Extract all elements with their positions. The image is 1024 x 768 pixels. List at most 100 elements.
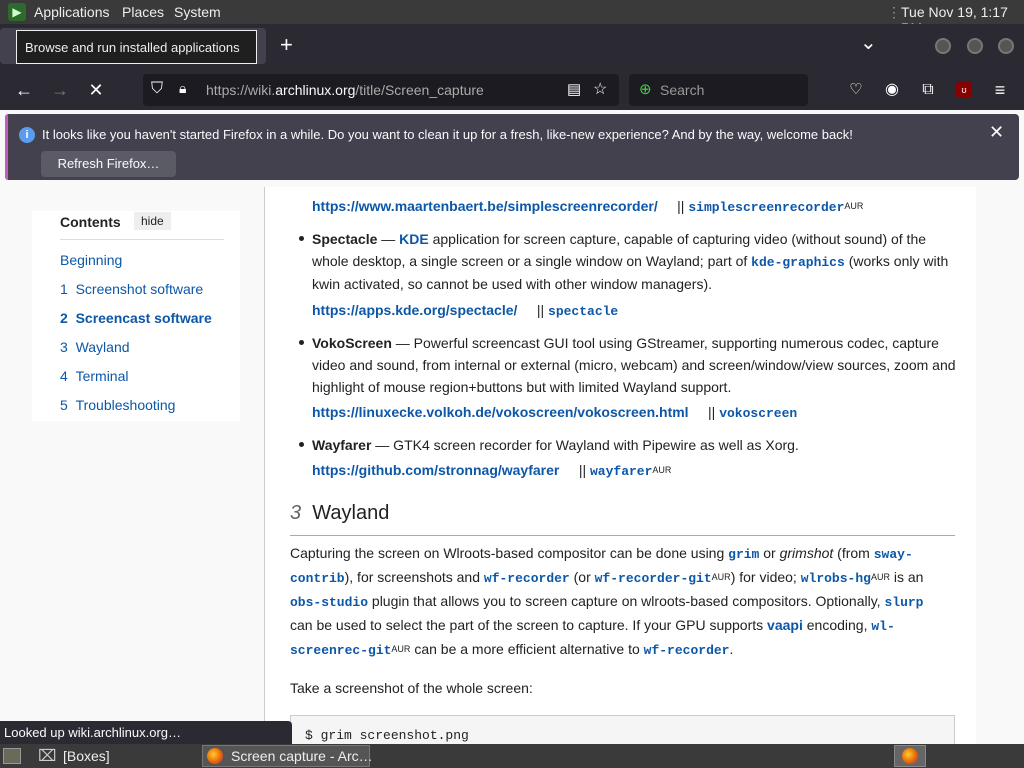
toc-label: Wayland: [75, 339, 130, 355]
voko-package-link[interactable]: vokoscreen: [719, 406, 797, 421]
text: encoding,: [806, 617, 868, 633]
code-text[interactable]: $ grim screenshot.png: [305, 728, 469, 743]
aur-badge[interactable]: AUR: [871, 572, 890, 582]
text: .: [729, 641, 734, 657]
text: or: [763, 545, 776, 561]
toc-item-screencast[interactable]: 2 Screencast software: [60, 310, 212, 326]
account-icon[interactable]: ◉: [878, 76, 906, 104]
toc-item-troubleshooting[interactable]: 5 Troubleshooting: [60, 397, 175, 413]
wayfarer-text: — GTK4 screen recorder for Wayland with …: [375, 437, 799, 453]
text: ) for video;: [730, 569, 797, 585]
ssr-package-link[interactable]: simplescreenrecorder: [688, 200, 844, 215]
wayland-line-5: screenrec-gitAUR can be a more efficient…: [290, 638, 733, 662]
search-input[interactable]: Search: [660, 82, 704, 98]
aur-badge[interactable]: AUR: [391, 644, 410, 654]
toc-item-terminal[interactable]: 4 Terminal: [60, 368, 128, 384]
toc-item-screenshot[interactable]: 1 Screenshot software: [60, 281, 203, 297]
taskbar-boxes[interactable]: [Boxes]: [63, 748, 110, 764]
toc-num: 2: [60, 310, 68, 326]
search-bar[interactable]: ⊕ Search: [629, 74, 808, 106]
close-notification-icon[interactable]: ✕: [989, 122, 1004, 143]
lock-icon[interactable]: 🔒︎: [179, 80, 186, 97]
ssr-url-link[interactable]: https://www.maartenbaert.be/simplescreen…: [312, 198, 658, 214]
spectacle-text: (works only with: [848, 253, 949, 269]
toc-title: Contents: [60, 214, 121, 230]
bullet: [299, 236, 304, 241]
slurp-link[interactable]: slurp: [884, 595, 923, 610]
wf-recorder-link[interactable]: wf-recorder: [484, 571, 570, 586]
article: https://www.maartenbaert.be/simplescreen…: [264, 187, 976, 744]
toc-item-beginning[interactable]: Beginning: [60, 252, 122, 268]
menu-icon[interactable]: ≡: [986, 76, 1014, 104]
aur-badge[interactable]: AUR: [712, 572, 731, 582]
voko-name: VokoScreen: [312, 335, 392, 351]
maximize-icon[interactable]: [967, 38, 983, 54]
toc-label: Terminal: [75, 368, 129, 384]
spectacle-name: Spectacle: [312, 231, 378, 247]
spectacle-text: application for screen capture, capable …: [432, 231, 927, 247]
refresh-firefox-button[interactable]: Refresh Firefox…: [41, 151, 176, 177]
stop-loading-icon[interactable]: ✕: [82, 76, 110, 104]
toc-num: 1: [60, 281, 68, 297]
shield-icon[interactable]: ⛉: [151, 80, 163, 98]
applications-icon[interactable]: ▶: [8, 3, 26, 21]
sway-contrib-link[interactable]: contrib: [290, 571, 345, 586]
wayland-line-1: Capturing the screen on Wlroots-based co…: [290, 542, 913, 566]
list-all-tabs-button[interactable]: ⌄: [860, 30, 877, 55]
applications-menu[interactable]: Applications: [34, 4, 110, 20]
url-bar[interactable]: ⛉ 🔒︎ https://wiki.archlinux.org/title/Sc…: [143, 74, 619, 106]
places-menu[interactable]: Places: [122, 4, 164, 20]
wf-recorder-git-link[interactable]: wf-recorder-git: [595, 571, 712, 586]
system-menu[interactable]: System: [174, 4, 221, 20]
url-text[interactable]: https://wiki.archlinux.org/title/Screen_…: [206, 82, 484, 98]
wlrobs-hg-link[interactable]: wlrobs-hg: [801, 571, 871, 586]
taskbar-firefox[interactable]: Screen capture - Arc…: [202, 745, 373, 767]
wayfarer-url-link[interactable]: https://github.com/stronnag/wayfarer: [312, 462, 559, 478]
obs-studio-link[interactable]: obs-studio: [290, 595, 368, 610]
workspace-switcher[interactable]: [894, 745, 926, 767]
reader-view-icon[interactable]: ▤: [567, 80, 581, 98]
spectacle-line-3: kwin activated, so cannot be used with o…: [312, 276, 712, 292]
search-engine-icon[interactable]: ⊕: [639, 80, 652, 98]
wl-screenrec-git-link[interactable]: screenrec-git: [290, 643, 391, 658]
code-block: $ grim screenshot.png: [290, 715, 955, 744]
forward-icon[interactable]: →: [46, 76, 74, 104]
wayfarer-name: Wayfarer: [312, 437, 372, 453]
wayfarer-package-link[interactable]: wayfarer: [590, 464, 652, 479]
back-icon[interactable]: ←: [10, 76, 38, 104]
show-desktop-icon[interactable]: [3, 748, 21, 764]
text: (or: [573, 569, 591, 585]
take-screenshot-text: Take a screenshot of the whole screen:: [290, 680, 533, 696]
ublock-badge-icon[interactable]: ʊ: [956, 82, 972, 98]
heading-rule: [290, 535, 955, 536]
new-tab-button[interactable]: +: [280, 32, 293, 58]
pocket-icon[interactable]: ♡: [842, 76, 870, 104]
kde-graphics-link[interactable]: kde-graphics: [751, 255, 845, 270]
minimize-icon[interactable]: [935, 38, 951, 54]
toc-item-wayland[interactable]: 3 Wayland: [60, 339, 130, 355]
extensions-icon[interactable]: ⧉: [914, 76, 942, 104]
spectacle-links: https://apps.kde.org/spectacle/ || spect…: [312, 299, 618, 323]
grim-link[interactable]: grim: [728, 547, 759, 562]
toc-label: Troubleshooting: [75, 397, 176, 413]
text: can be a more efficient alternative to: [414, 641, 640, 657]
top-panel: ▶ Applications Places System ⋮ Tue Nov 1…: [0, 0, 1024, 36]
close-window-icon[interactable]: [998, 38, 1014, 54]
url-path: /title/Screen_capture: [355, 82, 484, 98]
bookmark-star-icon[interactable]: ☆: [593, 79, 607, 99]
sway-contrib-link[interactable]: sway-: [874, 547, 913, 562]
notification-message: It looks like you haven't started Firefo…: [42, 127, 853, 142]
toc-hide-button[interactable]: hide: [134, 212, 171, 230]
wf-recorder-link[interactable]: wf-recorder: [644, 643, 730, 658]
vaapi-link[interactable]: vaapi: [767, 617, 803, 633]
aur-badge[interactable]: AUR: [652, 465, 671, 475]
kde-link[interactable]: KDE: [399, 231, 429, 247]
voko-url-link[interactable]: https://linuxecke.volkoh.de/vokoscreen/v…: [312, 404, 689, 420]
taskbar-firefox-label: Screen capture - Arc…: [231, 748, 373, 764]
spectacle-url-link[interactable]: https://apps.kde.org/spectacle/: [312, 302, 517, 318]
aur-badge[interactable]: AUR: [844, 201, 863, 211]
spectacle-package-link[interactable]: spectacle: [548, 304, 618, 319]
boxes-icon[interactable]: ⌧: [38, 746, 56, 766]
wl-screenrec-git-link[interactable]: wl-: [871, 619, 894, 634]
url-domain: archlinux.org: [275, 82, 356, 98]
